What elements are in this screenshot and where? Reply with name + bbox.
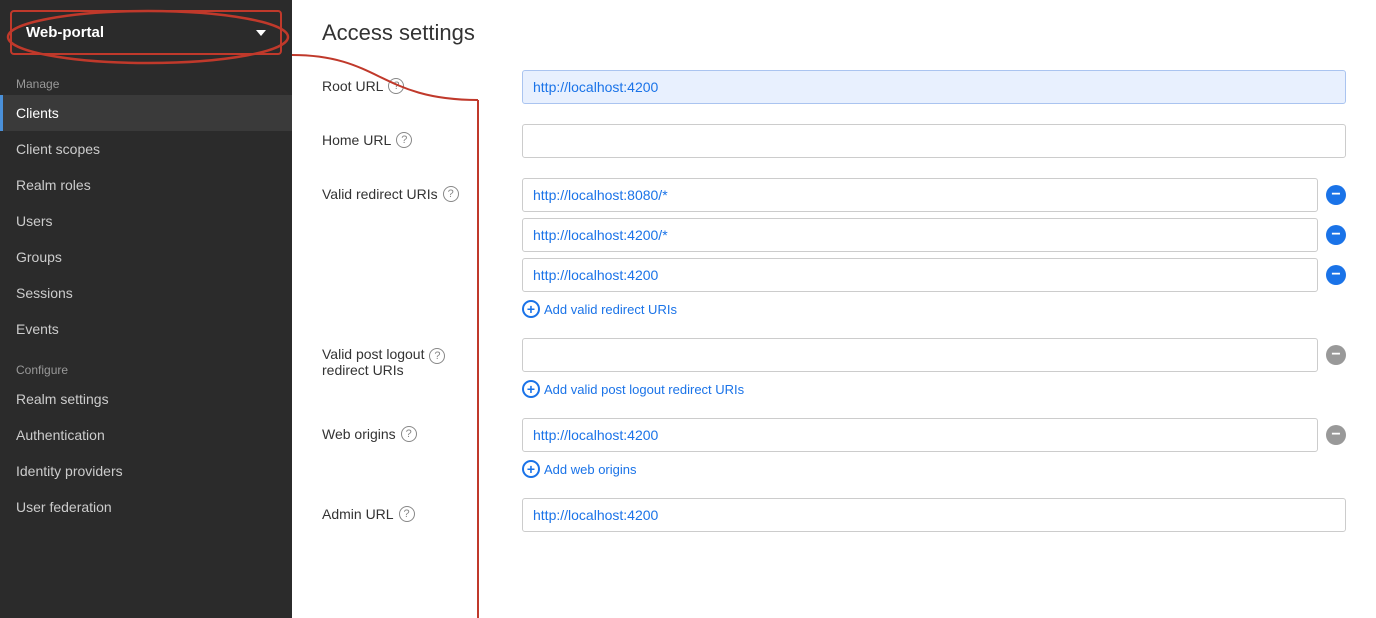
valid-redirect-uris-label: Valid redirect URIs ? xyxy=(322,178,522,202)
valid-redirect-uris-help-icon[interactable]: ? xyxy=(443,186,459,202)
sidebar-item-clients-label: Clients xyxy=(16,105,59,121)
add-web-origins-link[interactable]: + Add web origins xyxy=(522,460,1346,478)
root-url-section: Root URL ? xyxy=(322,70,1346,104)
manage-section-label: Manage xyxy=(0,61,292,95)
admin-url-input-row xyxy=(522,498,1346,532)
sidebar-item-user-federation[interactable]: User federation xyxy=(0,489,292,525)
admin-url-input[interactable] xyxy=(522,498,1346,532)
remove-redirect-uri-3[interactable]: − xyxy=(1326,265,1346,285)
sidebar-item-user-federation-label: User federation xyxy=(16,499,112,515)
configure-section-label: Configure xyxy=(0,347,292,381)
add-redirect-uri-link[interactable]: + Add valid redirect URIs xyxy=(522,300,1346,318)
add-post-logout-plus-icon: + xyxy=(522,380,540,398)
sidebar-item-realm-roles-label: Realm roles xyxy=(16,177,91,193)
web-origins-help-icon[interactable]: ? xyxy=(401,426,417,442)
valid-post-logout-input[interactable] xyxy=(522,338,1318,372)
valid-redirect-uris-controls: − − − + Add valid redirect URIs xyxy=(522,178,1346,318)
root-url-label: Root URL ? xyxy=(322,70,522,94)
sidebar-item-realm-settings[interactable]: Realm settings xyxy=(0,381,292,417)
valid-post-logout-section: Valid post logoutredirect URIs ? − + Add… xyxy=(322,338,1346,398)
sidebar-item-identity-providers[interactable]: Identity providers xyxy=(0,453,292,489)
root-url-help-icon[interactable]: ? xyxy=(388,78,404,94)
sidebar-item-authentication[interactable]: Authentication xyxy=(0,417,292,453)
valid-redirect-uri-input-3[interactable] xyxy=(522,258,1318,292)
remove-post-logout-uri[interactable]: − xyxy=(1326,345,1346,365)
valid-redirect-uris-section: Valid redirect URIs ? − − − + Ad xyxy=(322,178,1346,318)
valid-post-logout-help-icon[interactable]: ? xyxy=(429,348,445,364)
page-title: Access settings xyxy=(322,20,1346,46)
sidebar-item-users[interactable]: Users xyxy=(0,203,292,239)
admin-url-section: Admin URL ? xyxy=(322,498,1346,532)
sidebar-item-client-scopes[interactable]: Client scopes xyxy=(0,131,292,167)
web-origins-label: Web origins ? xyxy=(322,418,522,442)
realm-dropdown-arrow xyxy=(256,30,266,36)
add-redirect-uri-label: Add valid redirect URIs xyxy=(544,302,677,317)
admin-url-help-icon[interactable]: ? xyxy=(399,506,415,522)
admin-url-label: Admin URL ? xyxy=(322,498,522,522)
add-redirect-uri-plus-icon: + xyxy=(522,300,540,318)
home-url-controls xyxy=(522,124,1346,158)
valid-post-logout-controls: − + Add valid post logout redirect URIs xyxy=(522,338,1346,398)
sidebar-item-authentication-label: Authentication xyxy=(16,427,105,443)
sidebar-item-clients[interactable]: Clients xyxy=(0,95,292,131)
root-url-controls xyxy=(522,70,1346,104)
add-post-logout-uri-link[interactable]: + Add valid post logout redirect URIs xyxy=(522,380,1346,398)
sidebar-item-events-label: Events xyxy=(16,321,59,337)
remove-redirect-uri-1[interactable]: − xyxy=(1326,185,1346,205)
sidebar-item-events[interactable]: Events xyxy=(0,311,292,347)
web-origins-input-row: − xyxy=(522,418,1346,452)
web-origins-section: Web origins ? − + Add web origins xyxy=(322,418,1346,478)
web-origins-controls: − + Add web origins xyxy=(522,418,1346,478)
sidebar-item-groups[interactable]: Groups xyxy=(0,239,292,275)
sidebar-item-realm-roles[interactable]: Realm roles xyxy=(0,167,292,203)
sidebar: Web-portal Manage Clients Client scopes … xyxy=(0,0,292,618)
main-content: Access settings Root URL ? Home URL ? xyxy=(292,0,1376,618)
sidebar-item-users-label: Users xyxy=(16,213,53,229)
add-web-origins-label: Add web origins xyxy=(544,462,637,477)
sidebar-item-realm-settings-label: Realm settings xyxy=(16,391,109,407)
home-url-label: Home URL ? xyxy=(322,124,522,148)
realm-name: Web-portal xyxy=(26,24,104,41)
realm-selector[interactable]: Web-portal xyxy=(10,10,282,55)
admin-url-controls xyxy=(522,498,1346,532)
home-url-input[interactable] xyxy=(522,124,1346,158)
home-url-section: Home URL ? xyxy=(322,124,1346,158)
remove-web-origin[interactable]: − xyxy=(1326,425,1346,445)
valid-redirect-uri-input-1[interactable] xyxy=(522,178,1318,212)
valid-post-logout-label: Valid post logoutredirect URIs ? xyxy=(322,338,522,378)
home-url-help-icon[interactable]: ? xyxy=(396,132,412,148)
valid-redirect-uri-input-2[interactable] xyxy=(522,218,1318,252)
valid-redirect-uri-row-3: − xyxy=(522,258,1346,292)
valid-post-logout-input-row: − xyxy=(522,338,1346,372)
add-post-logout-label: Add valid post logout redirect URIs xyxy=(544,382,744,397)
valid-redirect-uri-row-2: − xyxy=(522,218,1346,252)
web-origins-input[interactable] xyxy=(522,418,1318,452)
sidebar-item-sessions-label: Sessions xyxy=(16,285,73,301)
valid-redirect-uri-row-1: − xyxy=(522,178,1346,212)
remove-redirect-uri-2[interactable]: − xyxy=(1326,225,1346,245)
add-web-origins-plus-icon: + xyxy=(522,460,540,478)
root-url-input-row xyxy=(522,70,1346,104)
root-url-input[interactable] xyxy=(522,70,1346,104)
sidebar-item-client-scopes-label: Client scopes xyxy=(16,141,100,157)
sidebar-item-identity-providers-label: Identity providers xyxy=(16,463,123,479)
home-url-input-row xyxy=(522,124,1346,158)
page-wrapper: Web-portal Manage Clients Client scopes … xyxy=(0,0,1376,618)
sidebar-item-groups-label: Groups xyxy=(16,249,62,265)
sidebar-item-sessions[interactable]: Sessions xyxy=(0,275,292,311)
